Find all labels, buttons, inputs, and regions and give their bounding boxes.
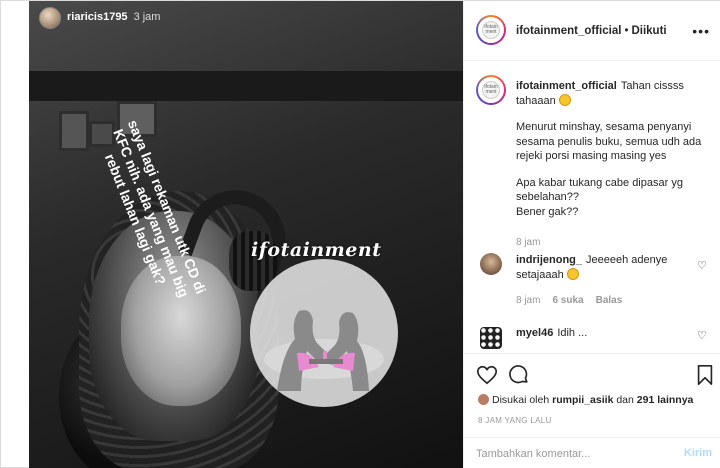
- account-name[interactable]: ifotainment_official: [516, 25, 621, 37]
- studio-ceiling: [29, 71, 463, 101]
- liked-by: Disukai oleh rumpii_asiik dan 291 lainny…: [478, 394, 693, 406]
- wall-frame: [59, 111, 89, 151]
- comment-username[interactable]: indrijenong_: [516, 254, 582, 266]
- laughing-emoji-icon: [558, 93, 571, 106]
- more-icon[interactable]: •••: [692, 23, 710, 39]
- comment-like-heart-icon[interactable]: ♡: [697, 261, 708, 272]
- post-comment-button[interactable]: Kirim: [684, 447, 712, 459]
- caption-paragraph-3a: Apa kabar tukang cabe dipasar yg sebelah…: [516, 176, 683, 204]
- laughing-emoji-icon: [566, 267, 579, 280]
- account-avatar[interactable]: ifotain ment: [476, 15, 506, 45]
- comment-likes[interactable]: 6 suka: [552, 295, 583, 306]
- caption-paragraph-3b: Bener gak??: [516, 205, 579, 218]
- liked-by-user[interactable]: rumpii_asiik: [552, 394, 613, 406]
- comment-like-heart-icon[interactable]: ♡: [697, 331, 708, 342]
- comment-time: 8 jam: [516, 295, 541, 306]
- watermark-logo: [250, 259, 398, 407]
- watermark-text: ifotainment: [251, 239, 382, 261]
- post-header: ifotain ment ifotainment_official • Diikut…: [464, 1, 720, 61]
- story-time: 3 jam: [133, 11, 161, 23]
- post-header-text: ifotainment_official • Diikuti: [516, 25, 667, 37]
- commenter-avatar[interactable]: [480, 253, 502, 275]
- caption-avatar-logo: ifotain ment: [482, 81, 500, 99]
- comment-input[interactable]: [476, 446, 666, 462]
- bookmark-icon[interactable]: [694, 364, 716, 386]
- add-comment-bar: Kirim: [464, 437, 720, 468]
- story-username[interactable]: riaricis1795: [67, 11, 128, 23]
- caption-time: 8 jam: [516, 237, 541, 248]
- comment-item: myel46 Idih ...: [516, 327, 587, 339]
- comments-section: ifotain ment ifotainment_official Tahan c…: [464, 61, 720, 353]
- comment-username[interactable]: myel46: [516, 327, 553, 339]
- post-panel: ifotain ment ifotainment_official • Diikut…: [463, 1, 720, 468]
- comment-reply-button[interactable]: Balas: [596, 295, 623, 306]
- caption-body: ifotainment_official Tahan cissss tahaaan…: [516, 79, 712, 219]
- heart-icon[interactable]: [476, 364, 498, 386]
- post-actions: Disukai oleh rumpii_asiik dan 291 lainny…: [464, 353, 720, 437]
- caption-avatar[interactable]: ifotain ment: [476, 75, 506, 105]
- commenter-avatar[interactable]: [480, 327, 502, 349]
- account-logo: ifotain ment: [482, 21, 500, 39]
- liked-by-prefix: Disukai oleh: [492, 394, 550, 406]
- story-header: riaricis1795 3 jam: [67, 11, 160, 23]
- follow-status-button[interactable]: Diikuti: [631, 25, 666, 37]
- liker-avatar: [478, 394, 489, 405]
- screenshot-frame: riaricis1795 3 jam saya lagi rekaman utk …: [0, 0, 720, 468]
- comment-item: indrijenong_ Jeeeeeh adenye setajaaah: [516, 253, 686, 282]
- separator-dot: •: [624, 25, 629, 37]
- comment-text: Idih ...: [557, 327, 588, 339]
- caption-username[interactable]: ifotainment_official: [516, 80, 617, 92]
- comment-icon[interactable]: [508, 364, 530, 386]
- comment-meta: 8 jam 6 suka Balas: [516, 295, 634, 306]
- story-avatar[interactable]: [39, 7, 61, 29]
- liked-by-count[interactable]: 291 lainnya: [637, 394, 694, 406]
- post-time: 8 JAM YANG LALU: [478, 416, 552, 425]
- caption-paragraph-2: Menurut minshay, sesama penyanyi sesama …: [516, 121, 702, 162]
- liked-by-and: dan: [616, 394, 634, 406]
